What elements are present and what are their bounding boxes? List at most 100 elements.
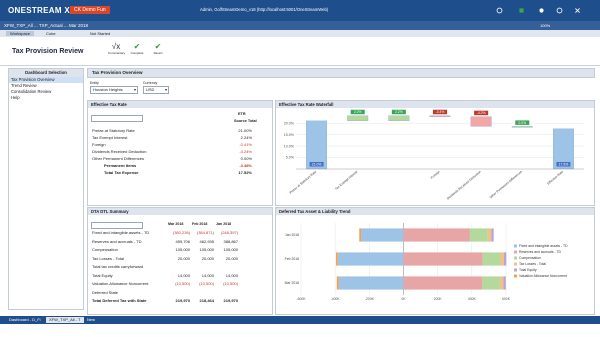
etr-row: Dividends Received Deduction -4.24% bbox=[92, 149, 268, 155]
complete-button[interactable]: ✔ Complete bbox=[129, 42, 145, 55]
etr-row-label: Pretax at Statutory Rate bbox=[92, 128, 135, 133]
app-logo: ONESTREAM XF bbox=[8, 6, 76, 15]
currency-select[interactable]: USD ▾ bbox=[143, 86, 169, 94]
trend-bar-segment bbox=[499, 276, 504, 290]
etr-row-value: 0.00% bbox=[240, 156, 252, 161]
zoom-indicator: 100% bbox=[540, 23, 551, 28]
dta-filter-input[interactable] bbox=[91, 222, 143, 229]
tab-workspace[interactable]: Workspace bbox=[6, 31, 34, 36]
workflow-path[interactable]: XFW_TXP_All ... TXP_Actual ... Mar 2018 bbox=[4, 23, 88, 28]
dta-row-label: Deferred State bbox=[92, 289, 119, 295]
legend-swatch bbox=[514, 262, 517, 266]
legend-label: Tax Losses - Total bbox=[519, 262, 546, 266]
chevron-down-icon: ▾ bbox=[164, 87, 167, 92]
dta-row-value: 20,000 bbox=[201, 255, 214, 261]
dta-row-value: 105,000 bbox=[175, 247, 190, 252]
y-tick-label: 10.0% bbox=[284, 144, 295, 148]
etr-row: Permanent Items -3.48% bbox=[92, 163, 268, 169]
x-tick-label: 200K bbox=[434, 297, 443, 301]
dta-row-value: 14,000 bbox=[201, 272, 214, 278]
dta-row-value: (380,236) bbox=[172, 230, 190, 235]
waterfall-bar bbox=[429, 115, 451, 117]
help-icon[interactable] bbox=[556, 7, 563, 14]
revert-icon: ✔ bbox=[154, 42, 162, 51]
dta-row: Tax Losses - Total 20,000 20,000 20,000 bbox=[92, 256, 268, 262]
waterfall-data-label: -4.2% bbox=[477, 111, 486, 115]
legend-swatch bbox=[514, 256, 517, 260]
dta-row-value: 219,970 bbox=[175, 298, 190, 303]
trend-chart: -600K -400K -200K 0K 200K 400K 600K Jan 2018 Feb… bbox=[285, 223, 568, 301]
legend-label: Compensation bbox=[519, 256, 541, 260]
trend-bar-segment bbox=[361, 228, 404, 242]
legend-swatch bbox=[514, 268, 517, 272]
dta-row-label: Total tax credits carryforward bbox=[92, 264, 144, 269]
etr-row-value: -0.41% bbox=[239, 142, 252, 147]
waterfall-bar bbox=[511, 126, 533, 128]
dta-row-value: (10,500) bbox=[223, 281, 238, 286]
etr-filter-input[interactable] bbox=[91, 115, 143, 122]
x-tick-label: 400K bbox=[468, 297, 477, 301]
trend-bar-segment bbox=[482, 276, 500, 290]
revert-button[interactable]: ✔ Revert bbox=[150, 42, 166, 55]
waterfall-bar bbox=[388, 115, 410, 122]
close-icon[interactable] bbox=[574, 7, 581, 14]
tab-cube[interactable]: Cube bbox=[46, 31, 56, 36]
dta-row-label: Total Equity bbox=[92, 272, 113, 278]
etr-row: Total Tax Expense 17.52% bbox=[92, 170, 268, 176]
taskbar-tab-dashboard[interactable]: Dashboard - D_Fi bbox=[6, 317, 44, 323]
y-tick-label: 15.0% bbox=[284, 133, 295, 137]
user-session-label: Admin, GolfStreamDemo_v18 (http://localh… bbox=[200, 7, 329, 12]
refresh-icon[interactable] bbox=[496, 7, 503, 14]
trend-bar-segment bbox=[403, 276, 483, 290]
entity-select[interactable]: Houston Heights ▾ bbox=[90, 86, 138, 94]
etr-row-label: Dividends Received Deduction bbox=[92, 149, 147, 154]
trend-bar-segment bbox=[338, 276, 404, 290]
etr-row-label: Tax Exempt Interest bbox=[92, 135, 128, 140]
sidebar-item-help[interactable]: Help bbox=[9, 95, 83, 101]
taskbar-tab-new[interactable]: New bbox=[84, 317, 98, 323]
dta-row-label: Fixed and intangible assets - TD bbox=[92, 230, 150, 235]
etr-row-value: -3.48% bbox=[239, 163, 252, 168]
trend-title: Deferred Tax Asset & Liability Trend bbox=[276, 208, 594, 215]
dta-row: Fixed and intangible assets - TD (380,236… bbox=[92, 230, 268, 236]
trend-bar-segment bbox=[503, 276, 506, 290]
trend-bar-segment bbox=[491, 228, 494, 242]
etr-row-label: Other Permanent Differences bbox=[92, 156, 144, 161]
dta-row-value: 14,000 bbox=[177, 272, 190, 278]
legend-swatch bbox=[514, 244, 517, 248]
x-tick-label: -400K bbox=[331, 297, 341, 301]
waterfall-data-label: 21.0% bbox=[312, 162, 322, 166]
y-tick-label: 5.0% bbox=[286, 156, 295, 160]
settings-icon[interactable] bbox=[538, 7, 545, 14]
x-category-label: Other Permanent Differences bbox=[489, 169, 524, 199]
waterfall-data-label: 2.2% bbox=[354, 110, 362, 114]
trend-bar-segment bbox=[469, 228, 488, 242]
commentary-button[interactable]: √x Commentary bbox=[108, 42, 125, 55]
x-category-label: Effective Rate bbox=[546, 170, 564, 186]
waterfall-data-label: 0.0% bbox=[518, 121, 526, 125]
etr-row: Other Permanent Differences 0.00% bbox=[92, 156, 268, 162]
dta-row-value: 459,706 bbox=[175, 238, 190, 244]
dta-row-label: Total Deferred Tax with State bbox=[92, 298, 147, 303]
taskbar-tab-workflow[interactable]: XFW_TXP_All - T bbox=[46, 317, 84, 323]
dta-row: Valuation Allowance Noncurrent (10,500) (1… bbox=[92, 281, 268, 287]
waterfall-bar bbox=[470, 116, 492, 127]
waterfall-data-label: -0.4% bbox=[436, 110, 445, 114]
x-category-label: Dividends Received Deduction bbox=[446, 170, 482, 201]
etr-row-label: Permanent Items bbox=[104, 163, 137, 168]
dta-row-value: 388,867 bbox=[223, 238, 238, 244]
etr-title: Effective Tax Rate bbox=[88, 101, 272, 108]
dta-row-value: 462,935 bbox=[199, 238, 214, 244]
etr-row-value: 17.52% bbox=[238, 170, 252, 175]
currency-label: Currency bbox=[143, 81, 158, 85]
dta-row-value: (384,871) bbox=[196, 230, 214, 235]
legend-swatch bbox=[514, 250, 517, 254]
dta-col-header: Feb 2018 bbox=[192, 222, 208, 226]
etr-waterfall-panel: Effective Tax Rate Waterfall 20.0% 15.0% 1… bbox=[275, 100, 595, 206]
etr-column-header: ETR bbox=[238, 112, 246, 116]
dta-col-header: Mar 2018 bbox=[168, 222, 184, 226]
y-category-label: Mar 2018 bbox=[285, 281, 299, 285]
task-icon[interactable] bbox=[518, 7, 525, 14]
dta-dtl-summary-panel: DTA DTL Summary Mar 2018 Feb 2018 Jan 20… bbox=[87, 207, 273, 315]
chevron-down-icon: ▾ bbox=[133, 87, 136, 92]
